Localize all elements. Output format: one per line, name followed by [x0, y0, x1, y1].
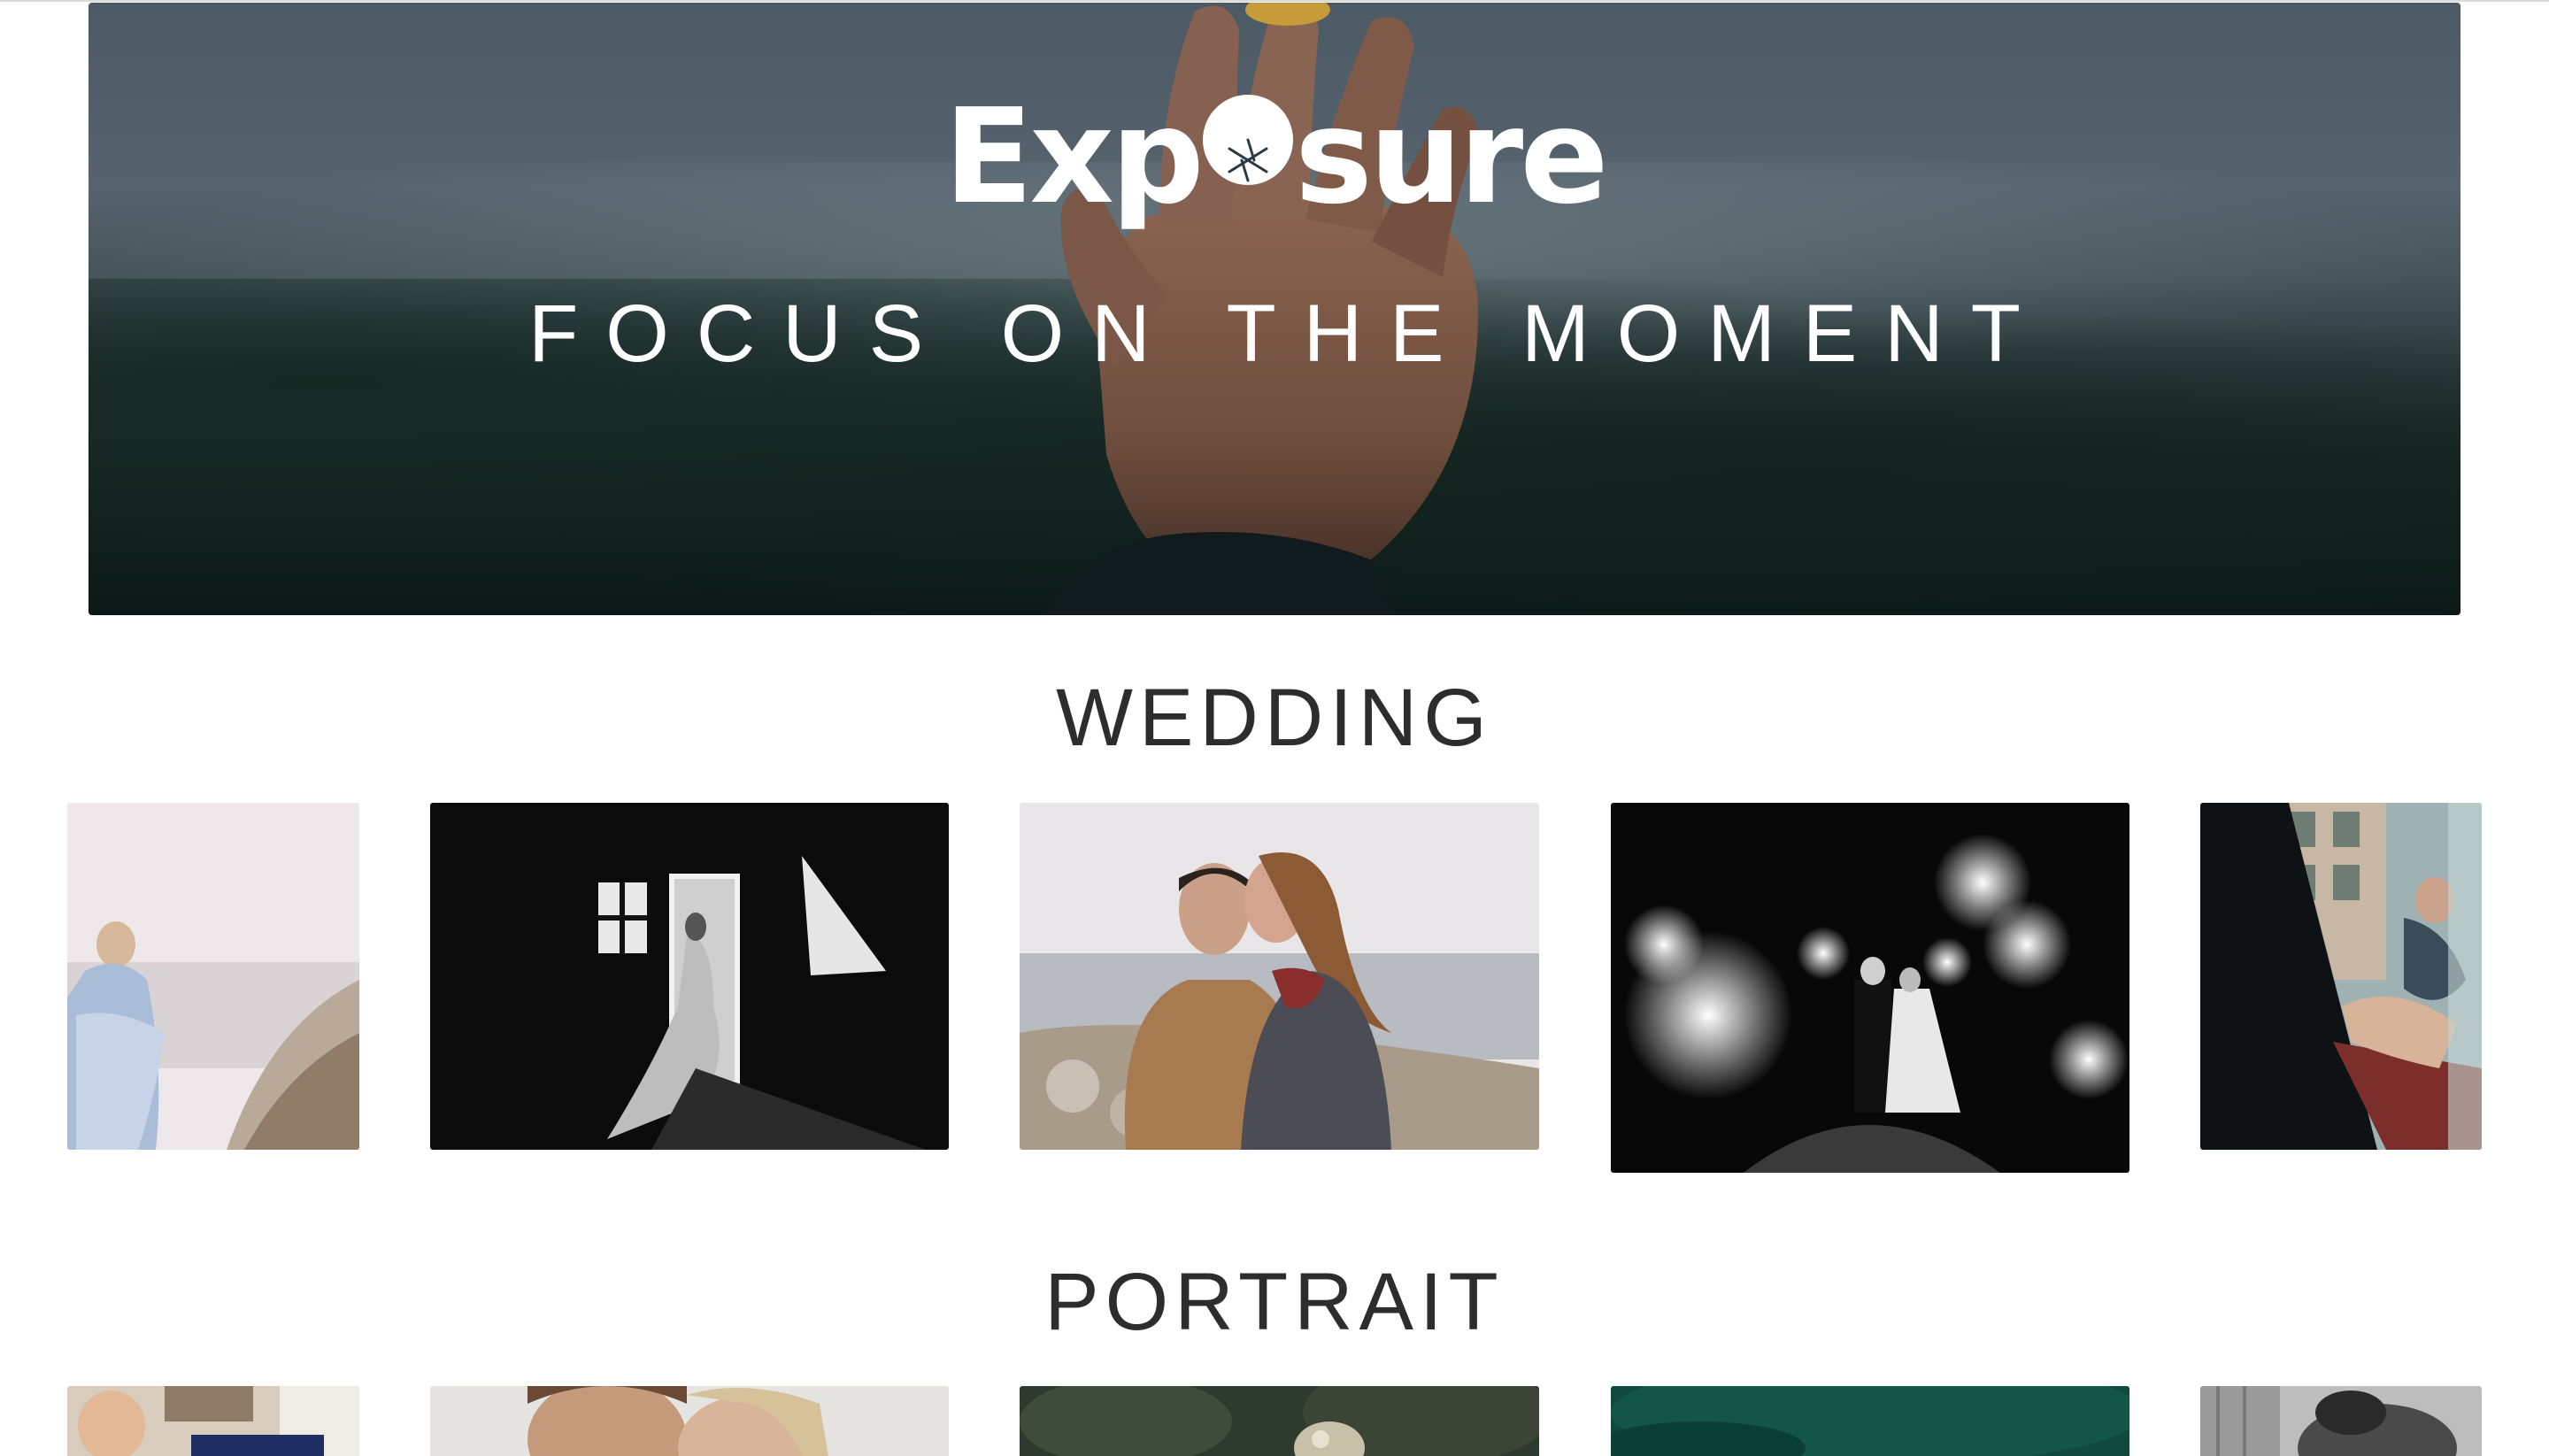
portrait-photo-2[interactable]: [430, 1386, 949, 1456]
section-title-wedding: WEDDING: [1056, 673, 1493, 763]
hero-tagline: FOCUS ON THE MOMENT: [528, 289, 2048, 379]
portrait-photo-4[interactable]: [1611, 1386, 2129, 1456]
wedding-photo-2[interactable]: [430, 803, 949, 1150]
monochrome-portrait-image: [2200, 1386, 2482, 1456]
child-portrait-image: [67, 1386, 359, 1456]
wedding-photo-5[interactable]: [2200, 803, 2482, 1150]
logo-text-end: sure: [1294, 81, 1609, 233]
logo-text-start: Exp: [943, 81, 1205, 233]
section-title-portrait: PORTRAIT: [1044, 1257, 1505, 1347]
outdoor-portrait-image: [1020, 1386, 1539, 1456]
wedding-photo-4[interactable]: [1611, 803, 2129, 1173]
portrait-photo-5[interactable]: [2200, 1386, 2482, 1456]
portrait-photo-1[interactable]: [67, 1386, 359, 1456]
couple-embrace-image: [1020, 803, 1539, 1150]
exposure-logo[interactable]: Exp sure: [89, 91, 2460, 222]
bride-at-window-image: [430, 803, 949, 1150]
hero-banner: Exp sure FOCUS ON THE MOMENT: [89, 3, 2460, 615]
wedding-photo-1[interactable]: [67, 803, 359, 1150]
top-border: [0, 0, 2549, 2]
portrait-photo-3[interactable]: [1020, 1386, 1539, 1456]
green-portrait-image: [1611, 1386, 2129, 1456]
couple-balcony-image: [2200, 803, 2482, 1150]
couple-portrait-image: [430, 1386, 949, 1456]
aperture-icon: [1202, 95, 1293, 185]
sparkler-exit-image: [1611, 803, 2129, 1173]
bride-on-beach-image: [67, 803, 359, 1150]
wedding-photo-3[interactable]: [1020, 803, 1539, 1150]
